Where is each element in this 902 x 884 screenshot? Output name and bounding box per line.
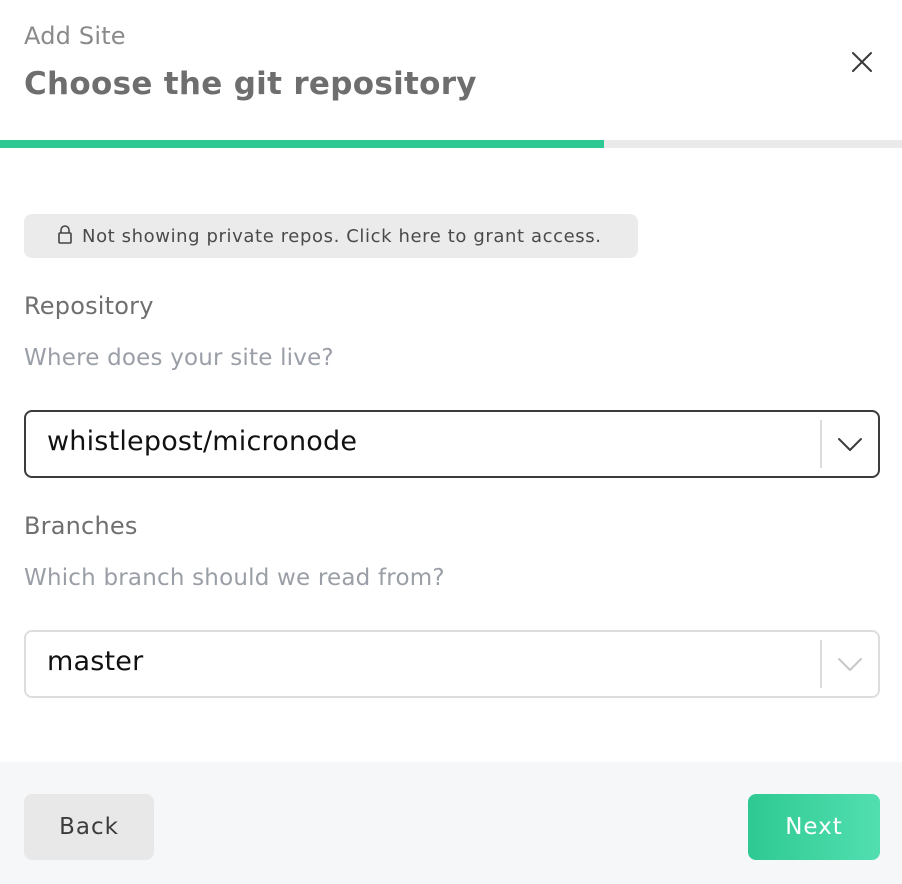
- branch-select-value: master: [47, 646, 144, 677]
- chevron-down-icon: [838, 438, 862, 451]
- modal-footer: Back Next: [0, 762, 902, 884]
- modal-eyebrow: Add Site: [24, 22, 126, 50]
- branch-select[interactable]: master: [24, 630, 880, 698]
- progress-bar-fill: [0, 140, 605, 148]
- back-button[interactable]: Back: [24, 794, 154, 860]
- private-repos-notice[interactable]: Not showing private repos. Click here to…: [24, 214, 638, 258]
- close-icon: [852, 52, 872, 72]
- repository-select-value: whistlepost/micronode: [47, 426, 358, 457]
- repository-label: Repository: [24, 292, 154, 320]
- next-button[interactable]: Next: [748, 794, 880, 860]
- modal-header: Add Site Choose the git repository: [0, 0, 902, 140]
- close-button[interactable]: [844, 44, 880, 80]
- select-separator: [820, 420, 822, 468]
- progress-bar: [0, 140, 902, 148]
- branches-label: Branches: [24, 512, 138, 540]
- page-title: Choose the git repository: [24, 66, 477, 102]
- chevron-down-icon: [838, 658, 862, 671]
- repository-select[interactable]: whistlepost/micronode: [24, 410, 880, 478]
- private-repos-notice-text: Not showing private repos. Click here to…: [82, 226, 602, 247]
- branches-help-text: Which branch should we read from?: [24, 565, 445, 591]
- lock-icon: [58, 225, 72, 244]
- repository-help-text: Where does your site live?: [24, 345, 334, 371]
- select-separator: [820, 640, 822, 688]
